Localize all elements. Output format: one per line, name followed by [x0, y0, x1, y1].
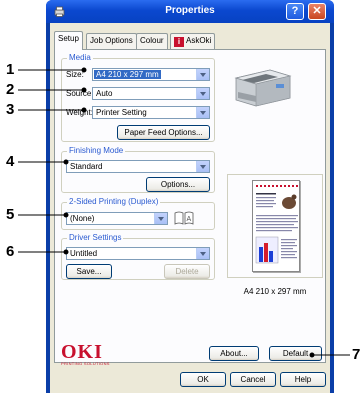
duplex-dropdown[interactable]: (None) [66, 212, 168, 225]
chevron-down-icon[interactable] [196, 248, 209, 259]
paper-feed-options-button[interactable]: Paper Feed Options... [117, 125, 210, 140]
default-button[interactable]: Default [269, 346, 322, 361]
size-dropdown[interactable]: A4 210 x 297 mm [92, 68, 210, 81]
source-label: Source: [66, 89, 94, 98]
setup-panel: Media Size: A4 210 x 297 mm Source: Auto… [54, 49, 326, 366]
chevron-down-icon[interactable] [196, 107, 209, 118]
callout-7: 7 [352, 346, 361, 363]
preview-page-size: A4 210 x 297 mm [243, 287, 307, 296]
page-preview [227, 174, 323, 278]
size-label: Size: [66, 70, 84, 79]
save-button[interactable]: Save... [66, 264, 112, 279]
close-button[interactable]: ✕ [308, 3, 326, 20]
duplex-legend: 2-Sided Printing (Duplex) [67, 197, 161, 206]
callout-6: 6 [6, 243, 15, 260]
ok-button[interactable]: OK [180, 372, 226, 387]
tab-label: Setup [58, 34, 79, 43]
help-button[interactable]: Help [280, 372, 326, 387]
about-button[interactable]: About... [209, 346, 259, 361]
callout-5: 5 [6, 206, 15, 223]
preview-page [252, 180, 300, 272]
tab-label: AskOki [186, 36, 212, 45]
callout-3: 3 [6, 101, 15, 118]
driver-value: Untitled [70, 249, 98, 258]
oki-info-icon: i [174, 37, 184, 47]
source-value: Auto [96, 89, 113, 98]
properties-window: Properties ? ✕ Setup Job Options Colour … [46, 0, 334, 393]
chevron-down-icon[interactable] [196, 88, 209, 99]
callout-4: 4 [6, 153, 15, 170]
svg-text:A: A [187, 216, 192, 223]
tab-label: Job Options [90, 36, 133, 45]
oki-logo: OKI PRINTING SOLUTIONS [61, 341, 110, 366]
driver-settings-group: Driver Settings Untitled Save... Delete [61, 233, 215, 280]
finishing-legend: Finishing Mode [67, 146, 126, 155]
title-bar: Properties ? ✕ [46, 0, 334, 23]
media-group: Media Size: A4 210 x 297 mm Source: Auto… [61, 53, 215, 142]
tab-label: Colour [140, 36, 164, 45]
driver-legend: Driver Settings [67, 233, 124, 242]
duplex-book-icon: A [174, 211, 194, 225]
tab-job-options[interactable]: Job Options [86, 33, 137, 49]
weight-dropdown[interactable]: Printer Setting [92, 106, 210, 119]
driver-settings-dropdown[interactable]: Untitled [66, 247, 210, 260]
duplex-value: (None) [70, 214, 95, 223]
help-title-button[interactable]: ? [286, 3, 304, 20]
size-value: A4 210 x 297 mm [94, 70, 161, 79]
finishing-value: Standard [70, 162, 103, 171]
printer-image [234, 69, 292, 107]
tab-setup[interactable]: Setup [54, 31, 83, 50]
finishing-options-button[interactable]: Options... [146, 177, 210, 192]
callout-1: 1 [6, 61, 15, 78]
callout-2: 2 [6, 81, 15, 98]
chevron-down-icon[interactable] [154, 213, 167, 224]
oki-logo-text: OKI [61, 341, 103, 363]
preview-page-art [255, 185, 298, 264]
delete-button[interactable]: Delete [164, 264, 210, 279]
weight-label: Weight: [66, 108, 93, 117]
chevron-down-icon[interactable] [196, 161, 209, 172]
source-dropdown[interactable]: Auto [92, 87, 210, 100]
dialog-body: Setup Job Options Colour i AskOki Media S… [50, 23, 330, 393]
tab-colour[interactable]: Colour [136, 33, 168, 49]
finishing-mode-group: Finishing Mode Standard Options... [61, 146, 215, 193]
tab-askoki[interactable]: i AskOki [170, 33, 216, 49]
cancel-button[interactable]: Cancel [230, 372, 276, 387]
oki-logo-subtitle: PRINTING SOLUTIONS [61, 361, 110, 366]
duplex-group: 2-Sided Printing (Duplex) (None) A [61, 197, 215, 230]
chevron-down-icon[interactable] [196, 69, 209, 80]
finishing-mode-dropdown[interactable]: Standard [66, 160, 210, 173]
weight-value: Printer Setting [96, 108, 147, 117]
media-legend: Media [67, 53, 93, 62]
